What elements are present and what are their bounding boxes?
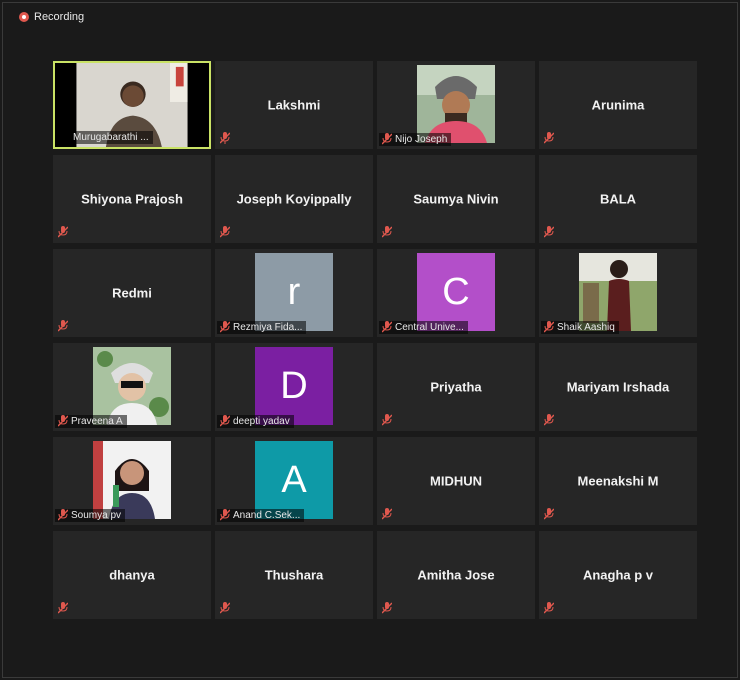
- participant-tile[interactable]: Murugabarathi ...: [53, 61, 211, 149]
- participant-tile[interactable]: Thushara: [215, 531, 373, 619]
- participant-photo: [93, 441, 171, 519]
- participant-name: Amitha Jose: [417, 567, 495, 583]
- participant-tile[interactable]: r Rezmiya Fida...: [215, 249, 373, 337]
- participant-tile[interactable]: Amitha Jose: [377, 531, 535, 619]
- participant-name-label: deepti yadav: [217, 415, 294, 428]
- mic-muted-icon: [58, 602, 68, 614]
- mic-muted-icon: [220, 602, 230, 614]
- participant-name-label: Nijo Joseph: [379, 133, 452, 146]
- recording-indicator[interactable]: Recording: [19, 11, 84, 23]
- participant-tile[interactable]: Anagha p v: [539, 531, 697, 619]
- participant-name: Anagha p v: [582, 567, 654, 583]
- participant-name-label: Central Unive...: [379, 321, 468, 334]
- participant-tile[interactable]: Saumya Nivin: [377, 155, 535, 243]
- participant-name: Meenakshi M: [577, 473, 659, 489]
- participant-tile[interactable]: Arunima: [539, 61, 697, 149]
- mic-muted-icon: [382, 414, 392, 426]
- participant-name-label: Rezmiya Fida...: [217, 321, 307, 334]
- participant-name: Lakshmi: [267, 97, 321, 113]
- participant-tile[interactable]: D deepti yadav: [215, 343, 373, 431]
- mic-muted-icon: [58, 320, 68, 332]
- participant-name: Joseph Koyippally: [236, 191, 352, 207]
- meeting-window: Recording Murugabarathi ... Lakshmi Nijo…: [2, 2, 738, 678]
- mic-muted-icon: [544, 602, 554, 614]
- mic-muted-icon: [58, 509, 68, 521]
- mic-muted-icon: [382, 508, 392, 520]
- participant-tile[interactable]: Shaik Aashiq: [539, 249, 697, 337]
- mic-muted-icon: [220, 132, 230, 144]
- participant-tile[interactable]: dhanya: [53, 531, 211, 619]
- participant-avatar: C: [417, 253, 495, 331]
- participant-name: dhanya: [109, 567, 155, 583]
- participant-name-label: Shaik Aashiq: [541, 321, 619, 334]
- mic-muted-icon: [220, 226, 230, 238]
- participant-tile[interactable]: Shiyona Prajosh: [53, 155, 211, 243]
- mic-muted-icon: [58, 415, 68, 427]
- participant-name-label: Anand C.Sek...: [217, 509, 305, 522]
- participant-tile[interactable]: Joseph Koyippally: [215, 155, 373, 243]
- mic-muted-icon: [382, 321, 392, 333]
- participant-tile[interactable]: Praveena A: [53, 343, 211, 431]
- participant-tile[interactable]: Lakshmi: [215, 61, 373, 149]
- mic-muted-icon: [544, 226, 554, 238]
- participant-photo: [417, 65, 495, 143]
- participant-avatar: r: [255, 253, 333, 331]
- participant-avatar: A: [255, 441, 333, 519]
- participant-name: Arunima: [591, 97, 645, 113]
- participant-photo: [93, 347, 171, 425]
- mic-muted-icon: [544, 414, 554, 426]
- mic-muted-icon: [544, 132, 554, 144]
- participant-tile[interactable]: A Anand C.Sek...: [215, 437, 373, 525]
- participant-name-label: Soumya pv: [55, 509, 126, 522]
- participant-name: Redmi: [112, 285, 152, 301]
- mic-muted-icon: [382, 226, 392, 238]
- record-icon: [19, 12, 29, 22]
- mic-muted-icon: [544, 508, 554, 520]
- mic-muted-icon: [382, 133, 392, 145]
- mic-muted-icon: [58, 226, 68, 238]
- participant-tile[interactable]: Soumya pv: [53, 437, 211, 525]
- mic-muted-icon: [382, 602, 392, 614]
- participant-tile[interactable]: MIDHUN: [377, 437, 535, 525]
- mic-muted-icon: [220, 509, 230, 521]
- participant-tile[interactable]: Mariyam Irshada: [539, 343, 697, 431]
- participant-tile[interactable]: BALA: [539, 155, 697, 243]
- participant-name: Priyatha: [430, 379, 482, 395]
- participant-name: Mariyam Irshada: [566, 379, 670, 395]
- gallery-grid: Murugabarathi ... Lakshmi Nijo Joseph Ar…: [53, 61, 697, 619]
- participant-name: Thushara: [264, 567, 324, 583]
- participant-name: Saumya Nivin: [413, 191, 499, 207]
- participant-name: BALA: [599, 191, 637, 207]
- participant-avatar: D: [255, 347, 333, 425]
- recording-label: Recording: [34, 11, 85, 23]
- participant-name-label: Praveena A: [55, 415, 127, 428]
- participant-tile[interactable]: Priyatha: [377, 343, 535, 431]
- participant-tile[interactable]: Meenakshi M: [539, 437, 697, 525]
- participant-name-label: Murugabarathi ...: [57, 131, 153, 144]
- participant-photo: [579, 253, 657, 331]
- mic-muted-icon: [220, 415, 230, 427]
- participant-tile[interactable]: Nijo Joseph: [377, 61, 535, 149]
- participant-name: MIDHUN: [430, 473, 482, 489]
- mic-muted-icon: [544, 321, 554, 333]
- participant-tile[interactable]: C Central Unive...: [377, 249, 535, 337]
- participant-tile[interactable]: Redmi: [53, 249, 211, 337]
- participant-name: Shiyona Prajosh: [81, 191, 183, 207]
- mic-muted-icon: [220, 321, 230, 333]
